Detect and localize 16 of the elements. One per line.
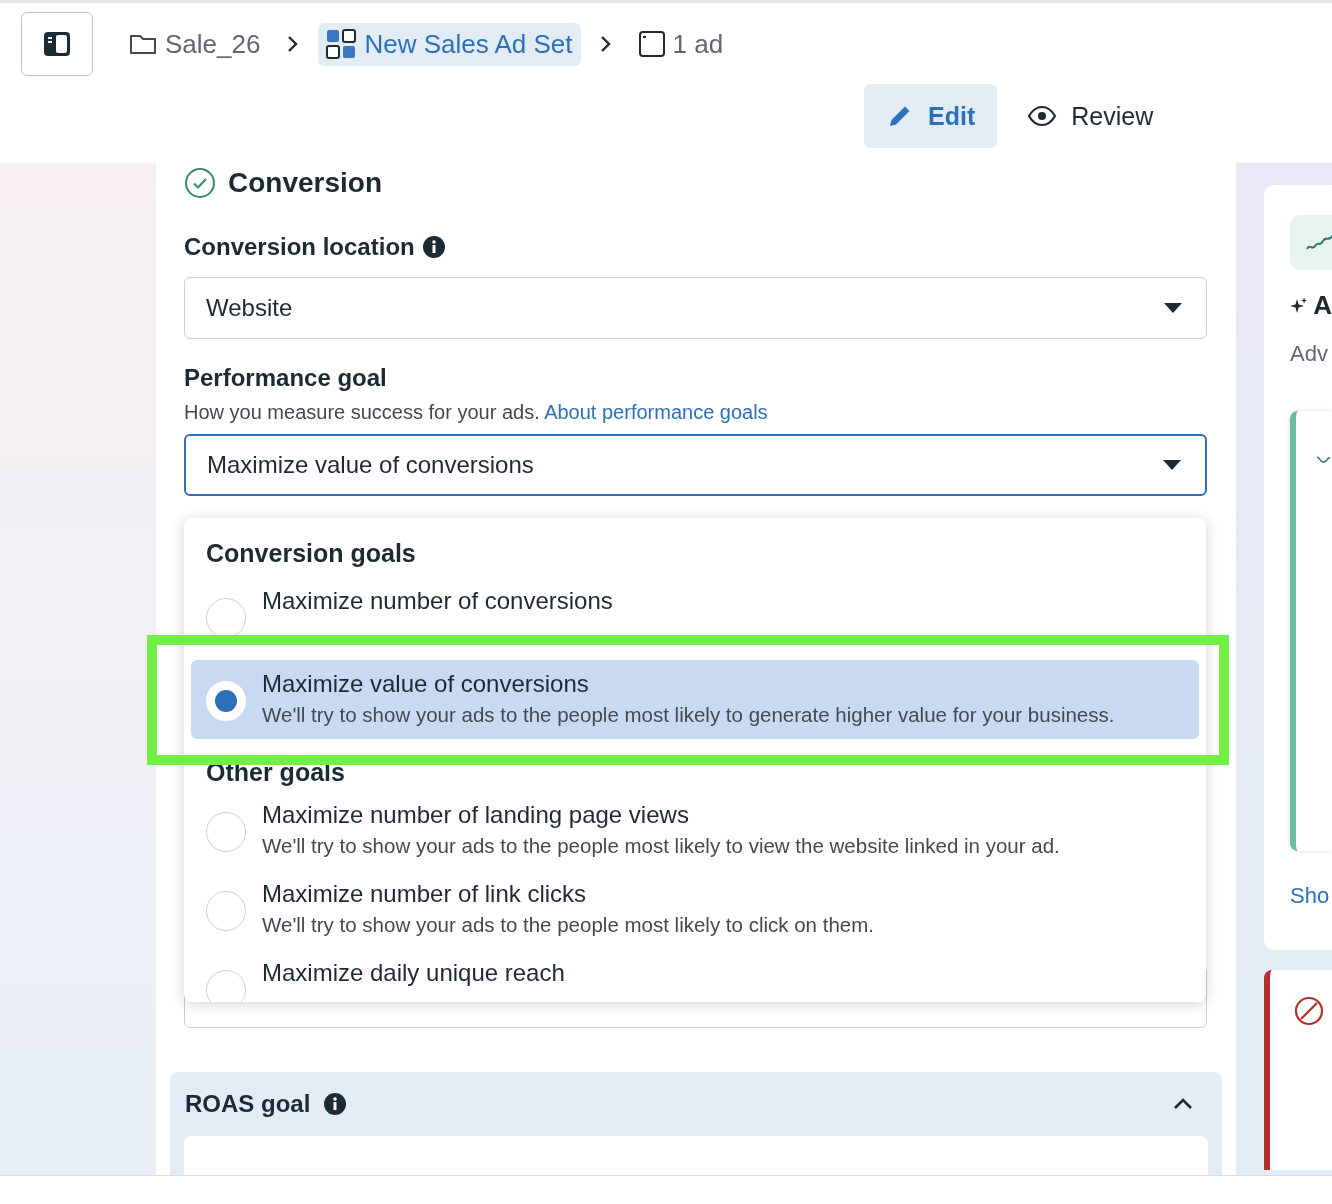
panel-title: ROAS goal <box>185 1090 311 1118</box>
card-text: Adv <box>1290 341 1329 367</box>
group-heading: Conversion goals <box>205 538 417 569</box>
help-text: How you measure success for your ads. <box>184 401 540 423</box>
card-title: A <box>1313 290 1332 321</box>
option-title: Maximize number of landing page views <box>262 800 690 830</box>
field-label: Conversion location <box>184 233 415 261</box>
option-title: Maximize daily unique reach <box>262 958 565 988</box>
option-title: Maximize number of link clicks <box>262 879 588 909</box>
option-title: Maximize number of conversions <box>262 586 613 616</box>
option-title: Maximize value of conversions <box>262 669 590 699</box>
option-description: We'll try to show your ads to the people most likely to generate higher value for your business. <box>262 702 1115 728</box>
option-description: We'll try to show your ads to the people most likely to view the website linked in your ad. <box>262 833 1060 859</box>
field-label: Performance goal <box>184 363 388 393</box>
section-title: Conversion <box>228 167 383 199</box>
option-description: We'll try to show your ads to the people most likely to click on them. <box>262 912 874 938</box>
